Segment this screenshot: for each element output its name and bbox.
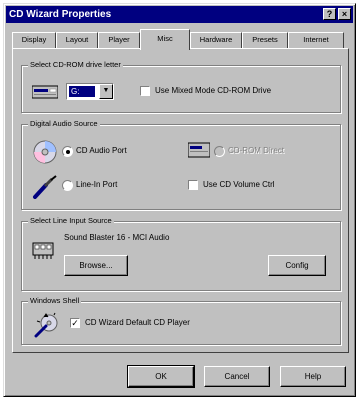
cd-audio-port-label: CD Audio Port	[76, 146, 127, 155]
cancel-button[interactable]: Cancel	[204, 366, 270, 387]
mixed-mode-checkbox[interactable]	[140, 86, 150, 96]
tab-strip: Display Layout Player Misc Hardware Pres…	[12, 29, 348, 50]
cd-disc-icon	[33, 140, 57, 164]
ok-button[interactable]: OK	[127, 365, 195, 388]
close-title-button[interactable]: ×	[338, 8, 351, 20]
mixed-mode-label: Use Mixed Mode CD-ROM Drive	[155, 86, 272, 95]
tab-misc[interactable]: Misc	[140, 29, 190, 50]
title-bar: CD Wizard Properties ? ×	[6, 6, 353, 23]
line-in-port-radio[interactable]	[62, 180, 73, 191]
line-in-plug-icon	[33, 175, 57, 199]
line-input-group: Select Line Input Source Sound Blaster 1…	[21, 216, 341, 291]
sound-card-icon	[32, 242, 54, 259]
tab-presets[interactable]: Presets	[242, 32, 288, 48]
drive-letter-select[interactable]: G: ▼	[66, 83, 114, 100]
cd-drive-icon	[32, 85, 58, 99]
default-player-checkbox[interactable]: ✓	[70, 318, 80, 328]
line-input-device-name: Sound Blaster 16 - MCI Audio	[64, 233, 170, 242]
properties-dialog: CD Wizard Properties ? × Display Layout …	[3, 3, 356, 397]
windows-shell-group-title: Windows Shell	[28, 296, 82, 306]
chevron-down-icon[interactable]: ▼	[99, 84, 113, 99]
tab-internet[interactable]: Internet	[288, 32, 344, 48]
cdrom-direct-label: CD-ROM Direct	[228, 146, 284, 155]
help-button[interactable]: Help	[280, 366, 346, 387]
windows-shell-group: Windows Shell ✓ CD Wizard Default CD Pla…	[21, 296, 341, 345]
line-in-port-label: Line-In Port	[76, 180, 118, 189]
cdrom-drive-icon	[188, 142, 210, 158]
default-player-label: CD Wizard Default CD Player	[85, 318, 190, 327]
tab-layout[interactable]: Layout	[56, 32, 98, 48]
config-button[interactable]: Config	[268, 255, 326, 276]
cd-volume-label: Use CD Volume Ctrl	[203, 180, 275, 189]
line-input-group-title: Select Line Input Source	[28, 216, 114, 226]
cd-audio-port-radio[interactable]	[62, 146, 73, 157]
tab-display[interactable]: Display	[12, 32, 56, 48]
drive-group-title: Select CD-ROM drive letter	[28, 60, 123, 70]
audio-source-group: Digital Audio Source CD Audio Port CD-RO…	[21, 119, 341, 210]
tab-hardware[interactable]: Hardware	[190, 32, 242, 48]
window-title: CD Wizard Properties	[9, 9, 112, 20]
cdrom-direct-radio[interactable]	[214, 146, 225, 157]
help-title-button[interactable]: ?	[323, 8, 336, 20]
cd-wizard-logo-icon	[34, 312, 58, 338]
misc-tab-panel: Select CD-ROM drive letter G: ▼ Use Mixe…	[12, 48, 349, 353]
audio-group-title: Digital Audio Source	[28, 119, 100, 129]
tab-player[interactable]: Player	[98, 32, 140, 48]
browse-button[interactable]: Browse...	[64, 255, 128, 276]
drive-group: Select CD-ROM drive letter G: ▼ Use Mixe…	[21, 60, 341, 113]
cd-volume-checkbox[interactable]	[188, 180, 198, 190]
drive-letter-value: G:	[69, 86, 95, 97]
